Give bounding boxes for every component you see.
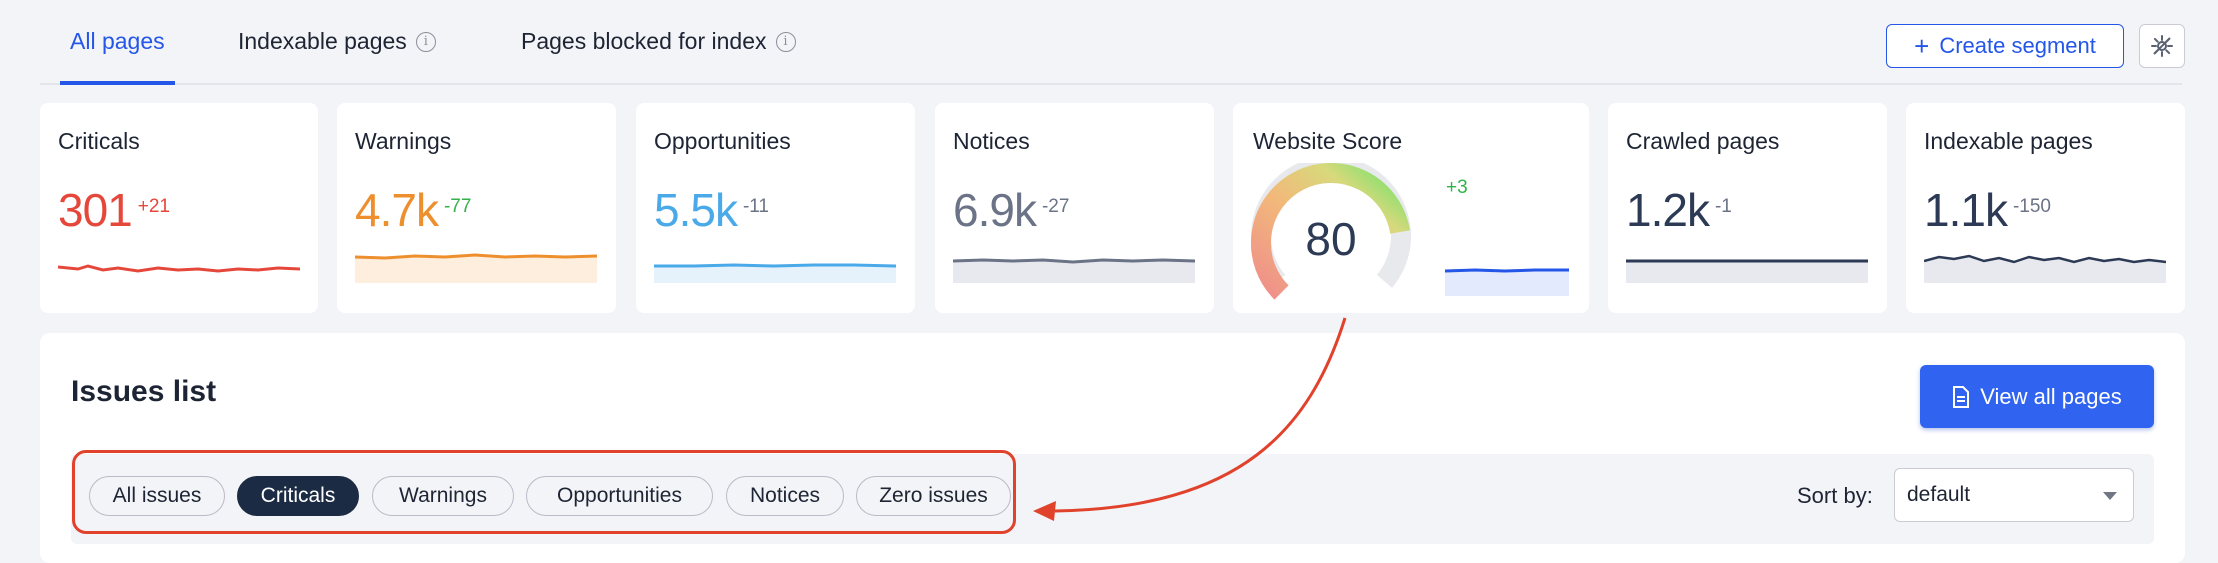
create-segment-label: Create segment — [1939, 33, 2096, 58]
card-delta: -150 — [2012, 196, 2051, 217]
card-label: Opportunities — [654, 128, 791, 154]
card-label: Website Score — [1253, 128, 1403, 154]
info-icon[interactable]: i — [775, 31, 796, 52]
card-criticals[interactable]: Criticals 301 +21 — [40, 103, 318, 313]
card-label: Criticals — [58, 128, 140, 154]
card-opportunities[interactable]: Opportunities 5.5k -11 — [636, 103, 915, 313]
card-label: Warnings — [355, 128, 452, 154]
card-value: 5.5k -11 — [654, 183, 769, 237]
card-number: 4.7k — [355, 184, 439, 236]
card-delta: +21 — [137, 196, 170, 217]
score-gauge: 80 — [1251, 163, 1411, 300]
card-label: Notices — [953, 128, 1030, 154]
crawled-sparkline — [1626, 259, 1868, 283]
criticals-sparkline — [58, 264, 300, 273]
card-value: 1.2k -1 — [1626, 183, 1732, 237]
tab-indexable-pages[interactable]: Indexable pages i — [238, 0, 436, 83]
segment-settings-button[interactable] — [2139, 24, 2185, 68]
card-label: Indexable pages — [1924, 128, 2093, 154]
tab-pages-blocked-label: Pages blocked for index — [521, 28, 767, 54]
card-delta: -11 — [742, 196, 770, 217]
card-notices[interactable]: Notices 6.9k -27 — [935, 103, 1214, 313]
card-value: 6.9k -27 — [953, 183, 1069, 237]
tab-indexable-pages-label: Indexable pages — [238, 28, 407, 54]
card-number: 1.1k — [1924, 184, 2008, 236]
tab-pages-blocked[interactable]: Pages blocked for index i — [521, 0, 796, 83]
document-icon — [1953, 385, 1970, 408]
settings-icon — [2151, 35, 2173, 57]
card-value: 1.1k -150 — [1924, 183, 2051, 237]
chevron-down-icon — [2103, 492, 2117, 500]
notices-sparkline — [953, 258, 1195, 283]
card-delta: -27 — [1041, 196, 1070, 217]
card-delta: -1 — [1714, 196, 1732, 217]
sort-select[interactable]: default — [1894, 468, 2134, 522]
card-delta: -77 — [443, 196, 472, 217]
filter-zero-issues[interactable]: Zero issues — [856, 476, 1011, 516]
page-tabs: All pages Indexable pages i Pages blocke… — [40, 0, 2182, 85]
issues-filter-bar: All issues Criticals Warnings Opportunit… — [71, 454, 2154, 544]
view-all-pages-button[interactable]: View all pages — [1920, 365, 2154, 428]
score-value: 80 — [1305, 213, 1356, 265]
card-number: 5.5k — [654, 184, 738, 236]
warnings-sparkline — [355, 253, 597, 283]
sort-value: default — [1907, 483, 1971, 506]
tab-all-pages-label: All pages — [70, 28, 165, 54]
view-all-pages-label: View all pages — [1980, 383, 2122, 409]
card-number: 1.2k — [1626, 184, 1710, 236]
card-delta: +3 — [1446, 177, 1468, 198]
tab-all-pages[interactable]: All pages — [60, 0, 175, 85]
card-number: 301 — [58, 184, 133, 236]
score-sparkline — [1445, 268, 1569, 296]
card-label: Crawled pages — [1626, 128, 1780, 154]
indexable-sparkline — [1924, 254, 2166, 283]
card-indexable-pages[interactable]: Indexable pages 1.1k -150 — [1906, 103, 2185, 313]
card-warnings[interactable]: Warnings 4.7k -77 — [337, 103, 616, 313]
card-number: 6.9k — [953, 184, 1037, 236]
issues-title: Issues list — [71, 375, 217, 408]
card-value: 301 +21 — [58, 183, 170, 237]
card-value: 4.7k -77 — [355, 183, 471, 237]
filter-notices[interactable]: Notices — [726, 476, 844, 516]
plus-icon: + — [1914, 31, 1930, 61]
info-icon[interactable]: i — [415, 31, 436, 52]
card-crawled-pages[interactable]: Crawled pages 1.2k -1 — [1608, 103, 1887, 313]
filter-warnings[interactable]: Warnings — [372, 476, 514, 516]
sort-label: Sort by: — [1797, 483, 1873, 508]
card-website-score[interactable]: Website Score 80 +3 — [1233, 103, 1589, 313]
filter-opportunities[interactable]: Opportunities — [526, 476, 713, 516]
create-segment-button[interactable]: + Create segment — [1886, 24, 2124, 68]
issues-panel: Issues list View all pages All issues Cr… — [40, 333, 2185, 563]
filter-all-issues[interactable]: All issues — [89, 476, 225, 516]
opportunities-sparkline — [654, 263, 896, 283]
filter-criticals[interactable]: Criticals — [237, 476, 359, 516]
